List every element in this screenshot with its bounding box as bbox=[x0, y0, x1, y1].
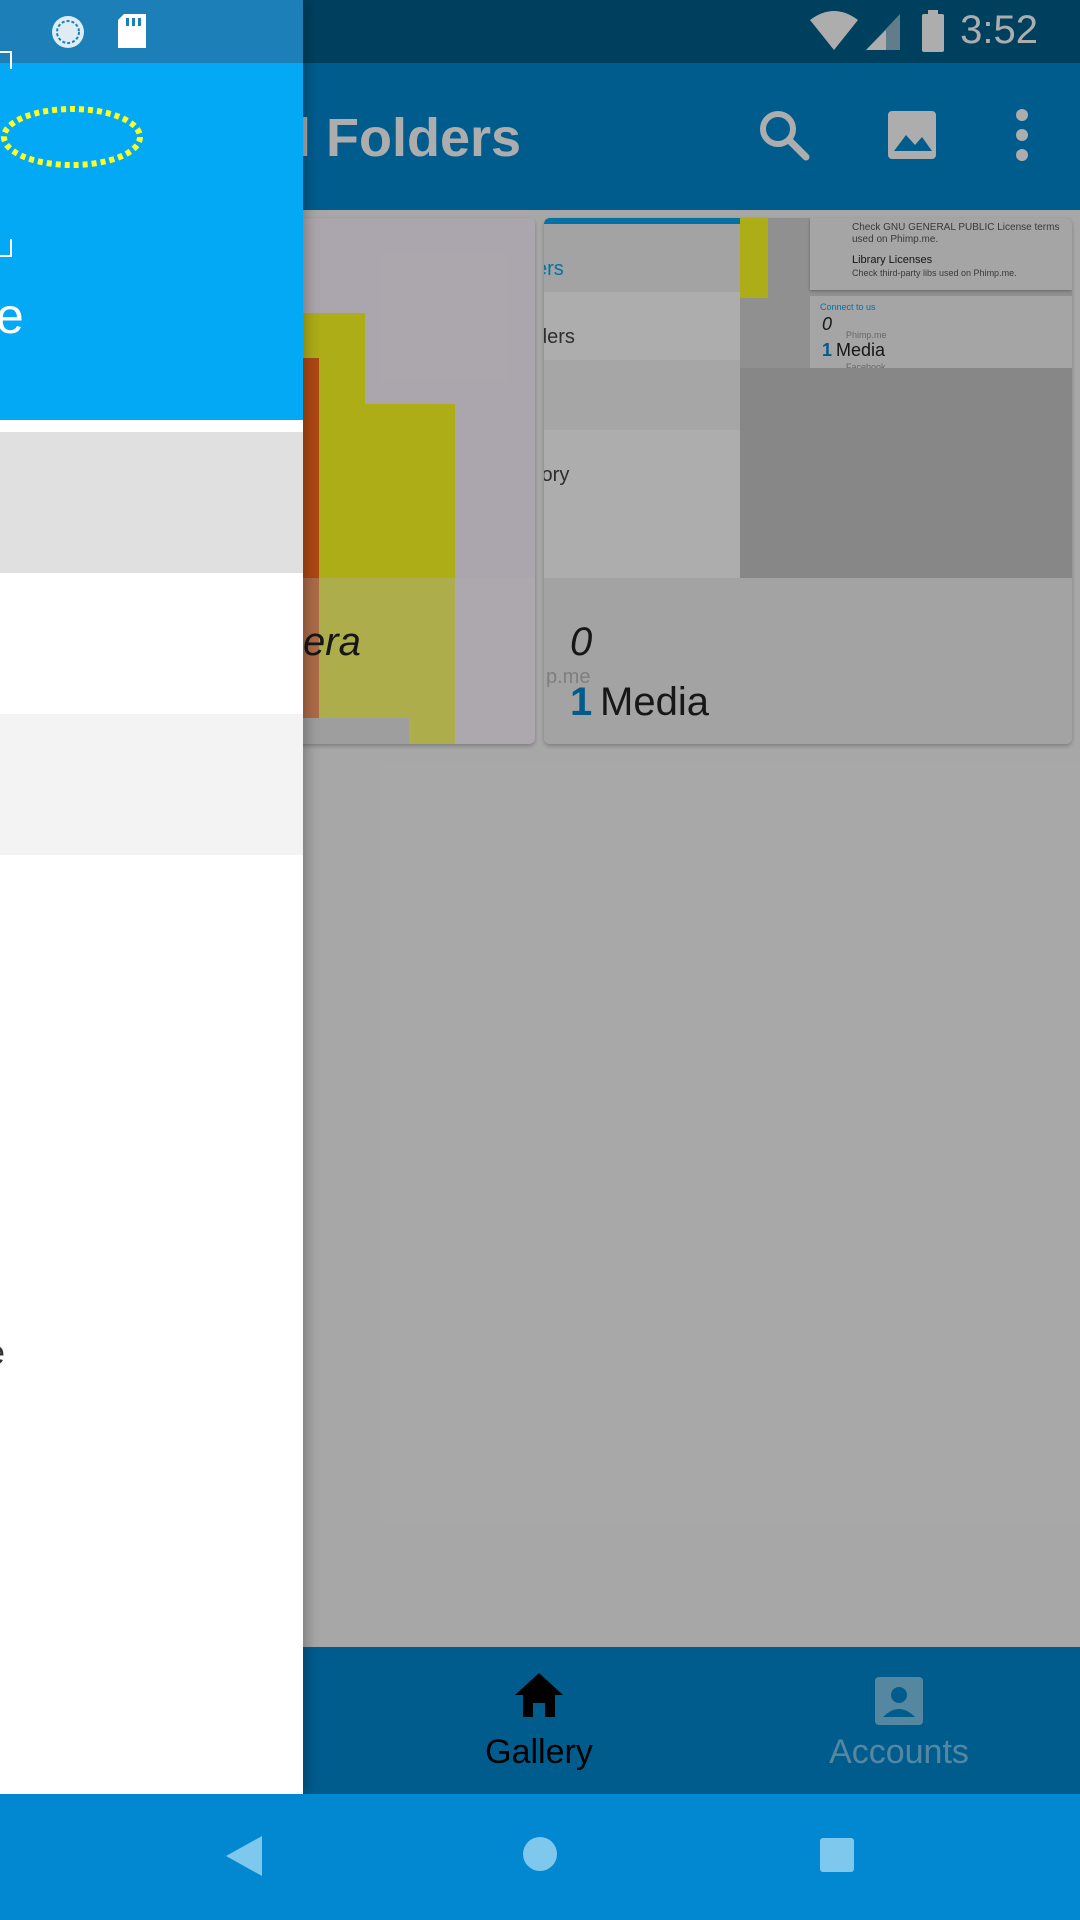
sd-card-icon bbox=[118, 14, 146, 48]
header-corner-mark bbox=[0, 239, 12, 257]
drawer-header-text: e bbox=[0, 288, 24, 344]
drawer-status-bar bbox=[0, 0, 303, 63]
recents-icon[interactable] bbox=[818, 1836, 856, 1874]
drawer-item-text: e bbox=[0, 1334, 5, 1373]
home-circle-icon[interactable] bbox=[520, 1834, 560, 1874]
drawer-item[interactable] bbox=[0, 714, 303, 855]
drawer-item-selected[interactable] bbox=[0, 432, 303, 573]
drawer-divider bbox=[0, 420, 303, 432]
back-icon[interactable] bbox=[222, 1834, 266, 1878]
header-corner-mark bbox=[0, 51, 12, 69]
system-navigation-bar bbox=[0, 1794, 1080, 1920]
navigation-drawer: e e bbox=[0, 0, 303, 1794]
drawer-item[interactable] bbox=[0, 855, 303, 996]
drawer-item[interactable] bbox=[0, 573, 303, 714]
sync-icon bbox=[52, 16, 84, 48]
drawer-header: e bbox=[0, 51, 303, 420]
dotted-oval-logo bbox=[1, 106, 143, 168]
